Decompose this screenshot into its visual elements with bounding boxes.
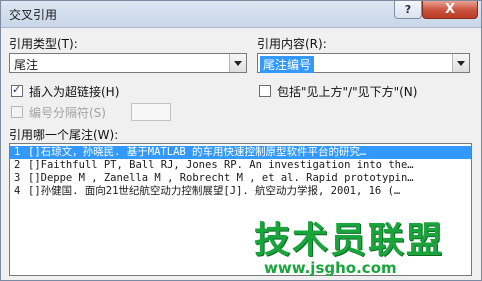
cross-reference-dialog: 交叉引用 ? X 引用类型(T): 尾注 引用内容(R): 尾注编号 插入为超链… [0, 0, 482, 281]
insert-hyperlink-checkbox[interactable] [11, 83, 23, 97]
reference-type-label: 引用类型(T): [9, 37, 78, 51]
watermark: 技术员联盟 www.jsgho.com [254, 211, 474, 281]
which-endnote-label: 引用哪一个尾注(W): [9, 128, 119, 142]
reference-type-select[interactable]: 尾注 [9, 53, 247, 73]
reference-content-value: 尾注编号 [260, 56, 315, 73]
watermark-brand: 技术员联盟 [254, 220, 445, 261]
chevron-down-icon[interactable] [229, 54, 246, 72]
insert-hyperlink-label[interactable]: 插入为超链接(H) [29, 83, 119, 100]
help-button[interactable]: ? [394, 1, 422, 19]
number-separator-input [131, 103, 171, 121]
list-item[interactable]: 2 []Faithfull PT, Ball RJ, Jones RP. An … [10, 159, 471, 172]
number-separator-checkbox [11, 106, 23, 118]
watermark-url: www.jsgho.com [264, 259, 397, 277]
include-above-below-label[interactable]: 包括"见上方"/"见下方"(N) [277, 83, 417, 100]
close-button[interactable]: X [422, 1, 478, 19]
dialog-title: 交叉引用 [9, 8, 58, 22]
list-item[interactable]: 1 []石琼文，孙晓民. 基于MATLAB 的车用快速控制原型软件平台的研究… [10, 146, 471, 159]
reference-type-value: 尾注 [14, 58, 39, 72]
reference-content-label: 引用内容(R): [257, 37, 327, 51]
list-item[interactable]: 3 []Deppe M , Zanella M , Robrecht M , e… [10, 172, 471, 185]
list-item[interactable]: 4 []孙健国. 面向21世纪航空动力控制展望[J]. 航空动力学报, 2001… [10, 185, 471, 198]
chevron-down-icon[interactable] [452, 54, 469, 72]
include-above-below-checkbox[interactable] [259, 85, 271, 97]
reference-content-select[interactable]: 尾注编号 [257, 53, 470, 73]
title-bar: 交叉引用 ? X [1, 1, 481, 28]
number-separator-label: 编号分隔符(S) [29, 106, 106, 120]
